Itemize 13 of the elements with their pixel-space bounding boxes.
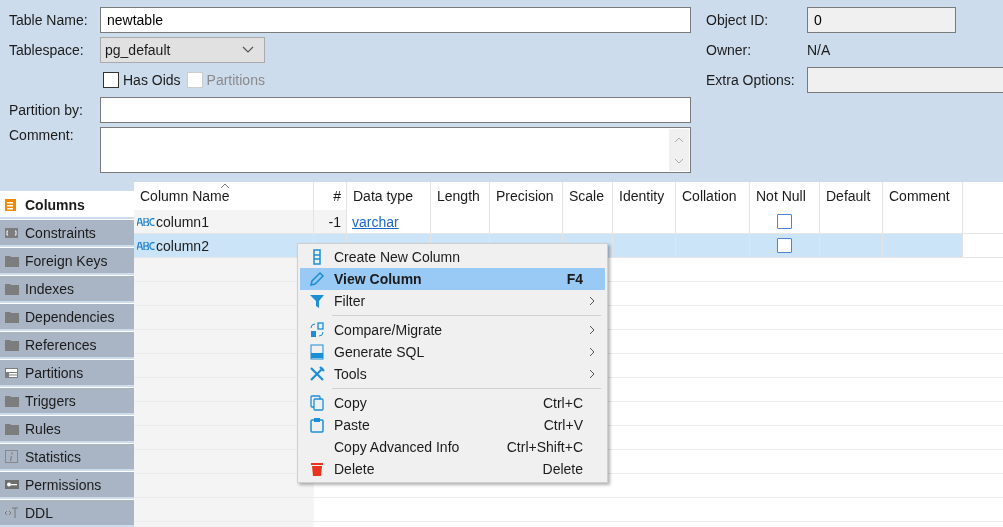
table-cell: column1 <box>134 210 314 233</box>
checkbox-label: Partitions <box>206 72 265 88</box>
field-label: Extra Options: <box>706 72 796 88</box>
field-label: Owner: <box>706 42 753 58</box>
field-label: Table Name: <box>9 12 89 28</box>
field-label: Comment: <box>9 127 75 143</box>
number-cell: -1 <box>314 210 347 233</box>
field-label: Partition by: <box>9 102 84 118</box>
table-cell: column2 <box>134 234 314 257</box>
field-label: Object ID: <box>706 12 770 28</box>
field-label: Tablespace: <box>9 42 85 58</box>
checkbox-label: Has Oids <box>123 72 181 88</box>
owner-value: N/A <box>807 42 831 58</box>
